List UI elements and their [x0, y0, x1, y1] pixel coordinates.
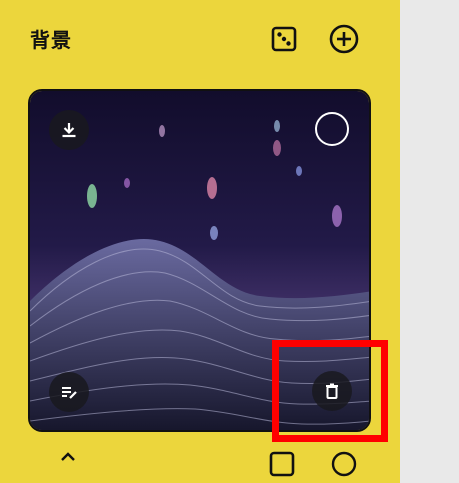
chevron-icon [61, 452, 75, 461]
next-card-header [0, 450, 400, 483]
dice-icon [269, 451, 295, 477]
select-circle[interactable] [315, 112, 349, 146]
add-background-button[interactable] [328, 23, 360, 55]
right-gutter [400, 0, 459, 483]
panel-title: 背景 [30, 28, 72, 52]
download-button[interactable] [49, 110, 89, 150]
random-background-button[interactable] [268, 23, 300, 55]
highlight-annotation [272, 340, 388, 442]
edit-prompt-button[interactable] [49, 372, 89, 412]
dice-icon [271, 26, 297, 52]
download-icon [62, 123, 76, 138]
edit-note-icon [62, 387, 77, 399]
plus-circle-icon [331, 451, 357, 477]
plus-circle-icon [329, 24, 359, 54]
